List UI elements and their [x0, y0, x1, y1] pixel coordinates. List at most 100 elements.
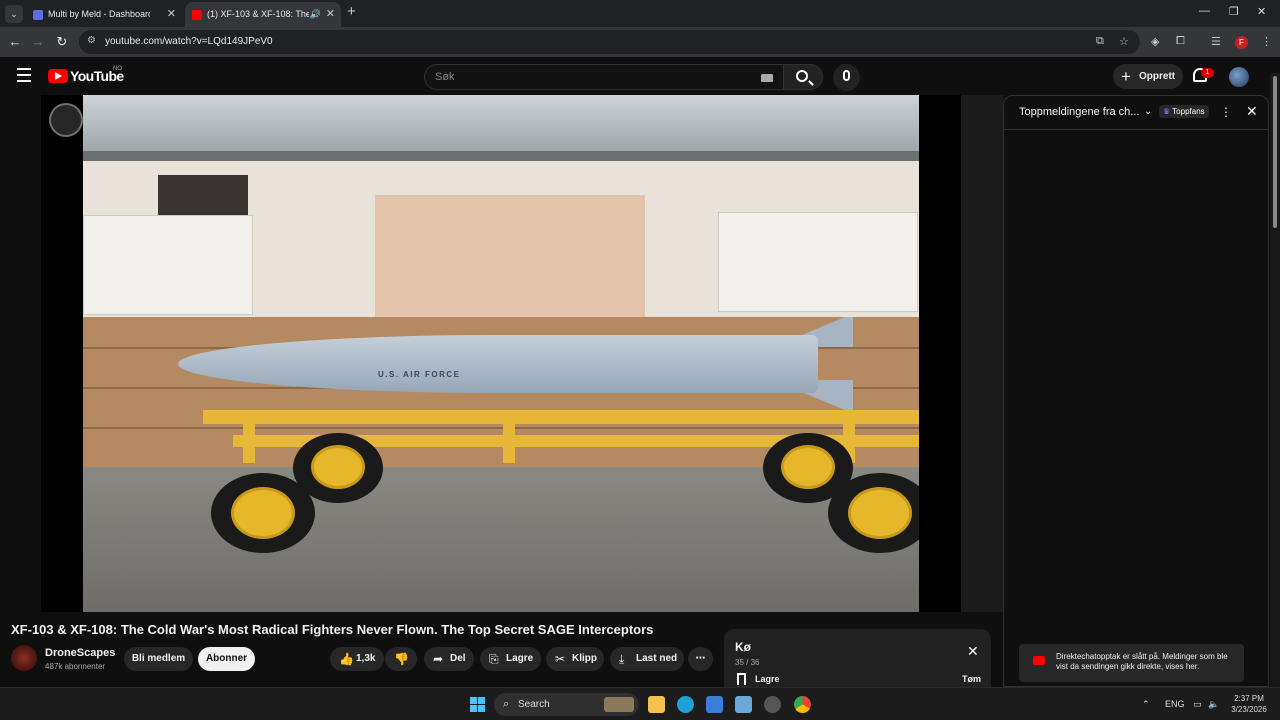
video-player[interactable]: U.S. AIR FORCE — [41, 95, 961, 612]
missile-marking: U.S. AIR FORCE — [378, 370, 461, 379]
dislike-button[interactable]: 👎 — [385, 647, 417, 671]
taskbar-search[interactable]: ⌕ Search — [494, 693, 639, 716]
install-app-icon[interactable]: ⧉ — [1096, 35, 1104, 48]
app-icon[interactable] — [706, 696, 723, 713]
restore-icon[interactable]: ❐ — [1229, 5, 1239, 18]
join-button[interactable]: Bli medlem — [124, 647, 193, 671]
volume-icon[interactable]: 🔈 — [1208, 699, 1219, 710]
extension-icon[interactable]: ◈ — [1151, 35, 1159, 48]
share-label: Del — [450, 653, 466, 664]
crown-icon: ♛ — [1163, 107, 1171, 116]
browser-menu-icon[interactable]: ⋮ — [1261, 35, 1272, 48]
network-icon[interactable]: ▭ — [1193, 699, 1202, 710]
more-horizontal-icon: ⋯ — [695, 653, 706, 664]
account-avatar[interactable] — [1229, 67, 1249, 87]
search-input[interactable]: Søk — [424, 64, 784, 90]
reload-icon[interactable]: ↻ — [53, 33, 71, 51]
windows-start-icon[interactable] — [470, 697, 485, 712]
keyboard-icon[interactable] — [761, 74, 773, 82]
close-window-icon[interactable]: ✕ — [1257, 5, 1266, 18]
page-scrollbar[interactable] — [1270, 73, 1280, 687]
site-info-icon[interactable]: ⚙ — [87, 35, 96, 46]
channel-name[interactable]: DroneScapes — [45, 647, 115, 659]
file-explorer-icon[interactable] — [648, 696, 665, 713]
search-button[interactable] — [783, 64, 823, 90]
more-actions-button[interactable]: ⋯ — [688, 647, 713, 671]
youtube-header: YouTube NO Søk + Opprett — [0, 57, 1280, 95]
youtube-icon — [1033, 656, 1045, 665]
subscribe-button[interactable]: Abonner — [198, 647, 255, 671]
tab-meld-dashboard[interactable]: Multi by Meld - Dashboard. ✕ — [26, 2, 182, 27]
channel-avatar[interactable] — [11, 645, 37, 671]
more-options-icon[interactable]: ⋮ — [1220, 105, 1232, 119]
voice-search-button[interactable] — [833, 64, 860, 91]
video-title: XF-103 & XF-108: The Cold War's Most Rad… — [11, 622, 654, 637]
taskbar-search-label: Search — [518, 699, 550, 710]
reading-list-icon[interactable]: ☰ — [1211, 35, 1221, 48]
windows-taskbar: ⌕ Search ⌃ ENG ▭ 🔈 2:37 PM 3/23/2026 — [0, 687, 1280, 720]
download-button[interactable]: ⤓ Last ned — [610, 647, 684, 671]
extensions-puzzle-icon[interactable]: ⧠ — [1176, 35, 1185, 48]
thumbs-up-icon: 👍 — [339, 652, 354, 666]
chevron-down-icon[interactable]: ⌄ — [1144, 106, 1152, 117]
video-frame: U.S. AIR FORCE — [83, 95, 919, 612]
browser-tabstrip: ⌄ Multi by Meld - Dashboard. ✕ (1) XF-10… — [0, 0, 1280, 27]
queue-count: 35 / 36 — [735, 658, 760, 667]
browser-toolbar: ← → ↻ ⚙ youtube.com/watch?v=LQd149JPeV0 … — [0, 27, 1280, 57]
subscribe-label: Abonner — [205, 653, 248, 664]
like-button[interactable]: 👍 1,3k — [330, 647, 384, 671]
bookmark-star-icon[interactable]: ☆ — [1119, 35, 1129, 48]
back-icon[interactable]: ← — [6, 33, 24, 51]
chat-title[interactable]: Toppmeldingene fra ch... — [1019, 106, 1139, 118]
download-icon: ⤓ — [619, 652, 625, 666]
app-icon[interactable] — [764, 696, 781, 713]
address-bar[interactable]: ⚙ youtube.com/watch?v=LQd149JPeV0 ⧉ ☆ — [79, 30, 1140, 54]
plus-icon: + — [1121, 67, 1131, 86]
bookmark-icon[interactable] — [737, 673, 746, 685]
missile-image — [178, 335, 818, 393]
notice-text: Direktechatopptak er slått på. Meldinger… — [1056, 652, 1228, 671]
save-button[interactable]: ⎘ Lagre — [480, 647, 541, 671]
forward-icon[interactable]: → — [29, 33, 47, 51]
subscriber-count: 487k abonnenter — [45, 662, 106, 671]
chrome-icon[interactable] — [794, 696, 811, 713]
share-button[interactable]: ➦ Del — [424, 647, 474, 671]
clip-button[interactable]: ✂ Klipp — [546, 647, 604, 671]
tab-youtube-video[interactable]: (1) XF-103 & XF-108: The Cold 🔊 ✕ — [185, 2, 341, 27]
notification-count-badge: 1 — [1201, 68, 1214, 78]
language-indicator[interactable]: ENG — [1165, 699, 1185, 709]
youtube-logo-icon[interactable] — [48, 69, 68, 83]
edge-icon[interactable] — [677, 696, 694, 713]
tray-overflow-icon[interactable]: ⌃ — [1142, 699, 1150, 710]
minimize-icon[interactable]: — — [1199, 5, 1210, 17]
bookmark-icon: ⎘ — [489, 652, 499, 666]
taskbar-clock[interactable]: 2:37 PM 3/23/2026 — [1227, 693, 1271, 715]
download-label: Last ned — [636, 653, 678, 664]
country-code: NO — [113, 66, 122, 72]
close-queue-icon[interactable]: ✕ — [967, 643, 979, 660]
tab-title: Multi by Meld - Dashboard. — [48, 9, 150, 19]
new-tab-button[interactable]: + — [347, 3, 356, 20]
app-icon[interactable] — [735, 696, 752, 713]
tab-search-menu[interactable]: ⌄ — [5, 5, 23, 23]
scrollbar-thumb[interactable] — [1273, 76, 1277, 228]
menu-icon[interactable] — [17, 68, 31, 86]
meld-favicon-icon — [33, 10, 43, 20]
top-fans-badge[interactable]: ♛ Toppfans — [1159, 105, 1209, 118]
audio-playing-icon[interactable]: 🔊 — [310, 2, 321, 27]
scissors-icon: ✂ — [555, 652, 566, 666]
search-icon — [796, 70, 808, 82]
chat-panel: Toppmeldingene fra ch... ⌄ ♛ Toppfans ⋮ ✕… — [1003, 95, 1269, 687]
top-fans-label: Toppfans — [1172, 107, 1205, 116]
close-tab-icon[interactable]: ✕ — [326, 2, 335, 27]
url-text: youtube.com/watch?v=LQd149JPeV0 — [105, 36, 273, 47]
profile-avatar[interactable]: F — [1235, 36, 1248, 49]
youtube-favicon-icon — [192, 10, 202, 20]
search-icon: ⌕ — [503, 698, 510, 710]
create-button[interactable]: + Opprett — [1113, 64, 1183, 89]
queue-save-button[interactable]: Lagre — [755, 674, 780, 684]
queue-clear-button[interactable]: Tøm — [962, 674, 981, 684]
close-tab-icon[interactable]: ✕ — [167, 2, 176, 27]
close-icon[interactable]: ✕ — [1246, 103, 1258, 120]
chat-replay-notice: Direktechatopptak er slått på. Meldinger… — [1019, 644, 1244, 682]
